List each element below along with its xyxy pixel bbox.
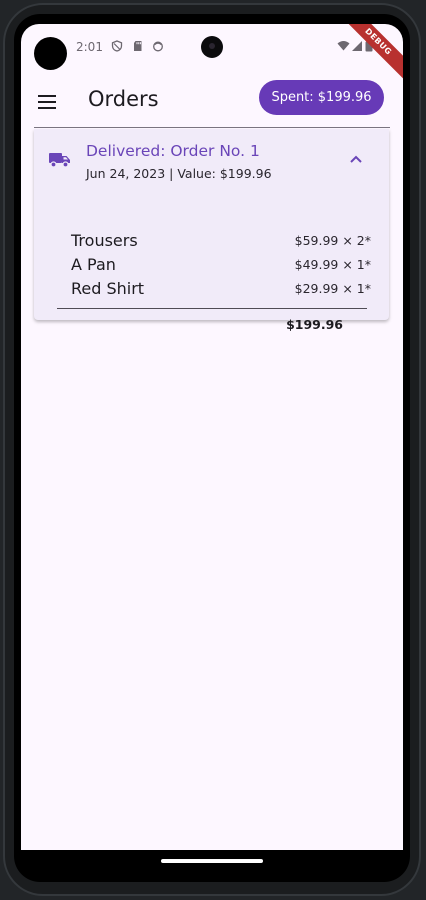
- spent-button[interactable]: Spent: $199.96: [259, 80, 384, 115]
- order-total: $199.96: [286, 317, 343, 332]
- face-icon: [153, 41, 163, 52]
- menu-button[interactable]: [33, 88, 61, 116]
- device-frame: 2:01 DEBUG Orders Spent: $199.96 Deliver…: [0, 0, 426, 900]
- order-subtitle: Jun 24, 2023 | Value: $199.96: [86, 166, 272, 181]
- sd-card-icon: [134, 41, 142, 51]
- signal-icon: [352, 41, 362, 51]
- front-camera-cutout: [34, 37, 67, 70]
- app-bar: Orders Spent: $199.96: [21, 78, 403, 126]
- total-divider: [57, 308, 367, 309]
- home-indicator[interactable]: [161, 859, 263, 863]
- app-bar-divider: [34, 127, 390, 128]
- item-price: $59.99 × 2*: [294, 233, 371, 248]
- menu-icon: [38, 95, 56, 109]
- item-price: $29.99 × 1*: [294, 281, 371, 296]
- status-bar: 2:01 DEBUG: [21, 24, 403, 87]
- item-name: Red Shirt: [71, 279, 145, 298]
- order-title: Delivered: Order No. 1: [86, 142, 260, 160]
- app-screen: 2:01 DEBUG Orders Spent: $199.96 Deliver…: [21, 24, 403, 850]
- order-card[interactable]: Delivered: Order No. 1 Jun 24, 2023 | Va…: [34, 129, 389, 332]
- item-name: Trousers: [71, 231, 138, 250]
- page-title: Orders: [88, 87, 159, 111]
- item-price: $49.99 × 1*: [294, 257, 371, 272]
- camera-icon: [201, 36, 223, 58]
- chevron-up-icon[interactable]: [348, 153, 364, 165]
- truck-icon: [49, 153, 70, 168]
- navigation-bar: [21, 850, 403, 872]
- order-item-row: A Pan $49.99 × 1*: [71, 255, 371, 279]
- status-time: 2:01: [76, 40, 103, 54]
- item-name: A Pan: [71, 255, 116, 274]
- order-item-row: Red Shirt $29.99 × 1*: [71, 279, 371, 303]
- wifi-icon: [337, 41, 350, 51]
- shield-icon: [111, 40, 123, 52]
- order-item-row: Trousers $59.99 × 2*: [71, 231, 371, 255]
